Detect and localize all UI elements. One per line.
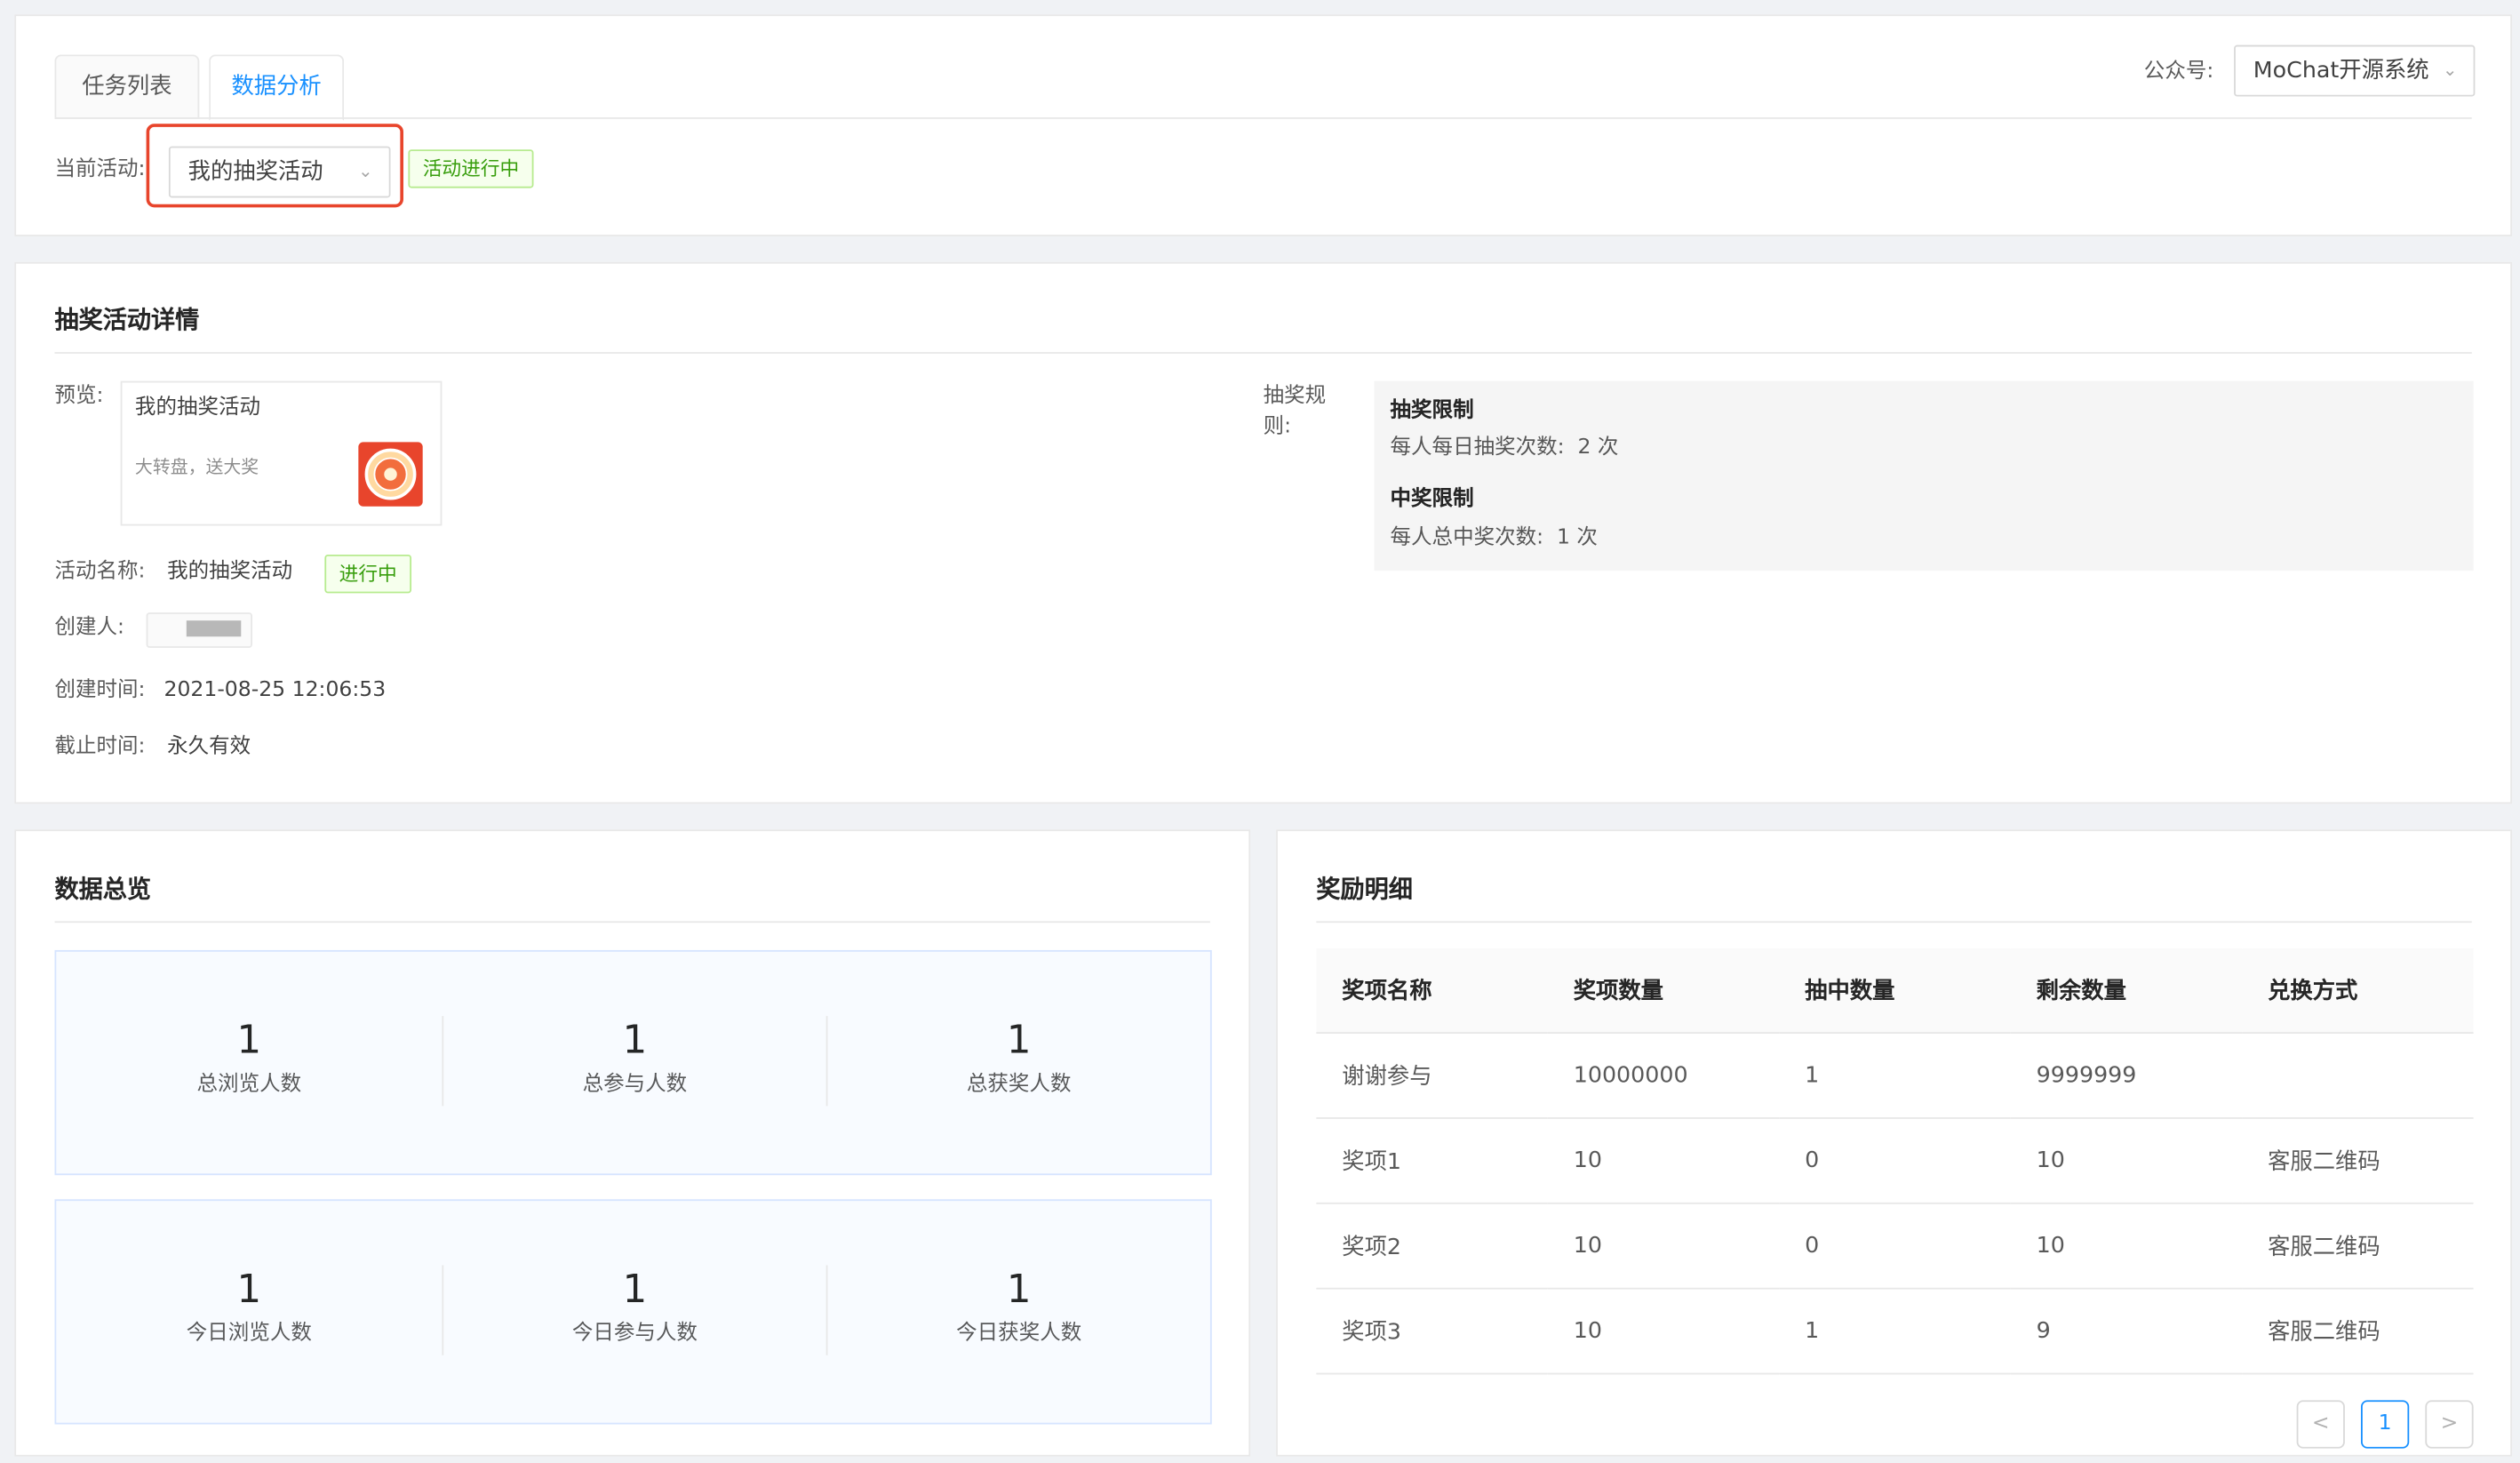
stat-label: 今日参与人数 [571,1321,698,1346]
prizes-table: 奖项名称 奖项数量 抽中数量 剩余数量 兑换方式 谢谢参与 10000000 1… [1316,948,2474,1375]
stat-label: 今日获奖人数 [956,1321,1082,1346]
table-cell: 客服二维码 [2242,1203,2474,1290]
stat-label: 总浏览人数 [196,1072,302,1097]
preview-label: 预览: [54,384,104,409]
rules-label: 抽奖规则: [1263,384,1327,439]
column-header: 抽中数量 [1779,948,2011,1034]
activity-status-tag: 活动进行中 [408,149,534,188]
stat-label: 总参与人数 [582,1072,688,1097]
total-stats-box: 1 总浏览人数 1 总参与人数 1 总获奖人数 [54,949,1212,1176]
lucky-wheel-icon [364,448,417,500]
chevron-down-icon: ⌄ [357,160,373,182]
pagination-next-button[interactable]: > [2425,1400,2474,1449]
rule-text: 每人每日抽奖次数: 2 次 [1390,436,1619,460]
today-stats-box: 1 今日浏览人数 1 今日参与人数 1 今日获奖人数 [54,1199,1212,1425]
table-cell: 10 [1547,1203,1780,1290]
stat-label: 总获奖人数 [966,1072,1072,1097]
pagination-page-1[interactable]: 1 [2360,1400,2410,1449]
table-row: 奖项2 10 0 10 客服二维码 [1316,1203,2474,1290]
preview-title: 我的抽奖活动 [134,395,261,420]
creator-blurred [186,620,242,637]
table-cell: 奖项2 [1316,1203,1548,1290]
overview-card: 数据总览 1 总浏览人数 1 总参与人数 1 总获奖人数 1 今日浏览人数 1 今日参与人… [14,829,1251,1457]
column-header: 剩余数量 [2010,948,2243,1034]
creator-label: 创建人: [54,615,124,640]
prizes-divider [1316,921,2472,923]
detail-card: 抽奖活动详情 预览: 我的抽奖活动 大转盘，送大奖 活动名称: 我的抽奖活动 进… [14,261,2512,804]
prizes-title: 奖励明细 [1316,874,1413,904]
table-cell: 10 [2010,1117,2243,1204]
chevron-down-icon: ⌄ [2442,59,2458,81]
table-cell: 客服二维码 [2242,1288,2474,1375]
overview-title: 数据总览 [54,874,152,904]
preview-card: 我的抽奖活动 大转盘，送大奖 [120,380,443,526]
wheel-thumbnail [358,442,423,507]
stat-value: 1 [622,1267,648,1312]
stat-value: 1 [622,1017,648,1063]
activity-name-value: 我的抽奖活动 [167,559,293,584]
preview-desc: 大转盘，送大奖 [134,456,259,478]
deadline-label: 截止时间: [54,734,146,759]
stat-today-views: 1 今日浏览人数 [56,1265,442,1348]
current-activity-label: 当前活动: [54,157,146,182]
tab-data-analysis[interactable]: 数据分析 [209,54,345,121]
table-cell: 1 [1779,1288,2011,1375]
activity-select-value: 我的抽奖活动 [187,159,323,186]
deadline-value: 永久有效 [167,734,251,759]
table-cell: 10 [2010,1203,2243,1290]
tab-bar-divider [54,117,2472,119]
stat-total-views: 1 总浏览人数 [56,1016,442,1099]
stat-today-winners: 1 今日获奖人数 [826,1265,1212,1348]
activity-select[interactable]: 我的抽奖活动 ⌄ [168,146,391,198]
table-row: 奖项3 10 1 9 客服二维码 [1316,1288,2474,1375]
table-cell: 10000000 [1547,1033,1780,1119]
table-cell: 0 [1779,1203,2011,1290]
top-card: 任务列表 数据分析 公众号: MoChat开源系统 ⌄ 当前活动: 我的抽奖活动… [14,14,2512,236]
activity-name-label: 活动名称: [54,559,146,584]
column-header: 兑换方式 [2242,948,2474,1034]
activity-name-status: 进行中 [324,555,412,594]
rule-text: 每人总中奖次数: 1 次 [1390,525,1598,550]
detail-title: 抽奖活动详情 [54,305,200,335]
stat-value: 1 [236,1017,262,1063]
creator-avatar [146,612,252,648]
rules-panel: 抽奖限制 每人每日抽奖次数: 2 次 中奖限制 每人总中奖次数: 1 次 [1374,380,2474,572]
prizes-card: 奖励明细 奖项名称 奖项数量 抽中数量 剩余数量 兑换方式 谢谢参与 10000… [1276,829,2512,1457]
table-row: 谢谢参与 10000000 1 9999999 [1316,1033,2474,1119]
pagination-prev-button[interactable]: < [2296,1400,2345,1449]
account-select[interactable]: MoChat开源系统 ⌄ [2234,44,2476,97]
table-cell: 奖项3 [1316,1288,1548,1375]
account-label: 公众号: [2143,59,2214,84]
column-header: 奖项名称 [1316,948,1548,1034]
created-time-value: 2021-08-25 12:06:53 [163,678,387,703]
table-cell: 客服二维码 [2242,1117,2474,1204]
stat-value: 1 [1006,1267,1032,1312]
stat-value: 1 [1006,1017,1032,1063]
created-time-label: 创建时间: [54,678,146,703]
table-cell: 谢谢参与 [1316,1033,1548,1119]
tab-task-list[interactable]: 任务列表 [54,54,200,119]
table-row: 奖项1 10 0 10 客服二维码 [1316,1117,2474,1204]
table-cell: 1 [1779,1033,2011,1119]
detail-divider [54,352,2472,354]
column-header: 奖项数量 [1547,948,1780,1034]
table-cell: 9999999 [2010,1033,2243,1119]
table-cell: 10 [1547,1288,1780,1375]
overview-divider [54,921,1210,923]
table-cell: 0 [1779,1117,2011,1204]
stat-label: 今日浏览人数 [186,1321,312,1346]
stat-value: 1 [236,1267,262,1312]
table-cell: 奖项1 [1316,1117,1548,1204]
stat-total-participants: 1 总参与人数 [442,1016,827,1099]
table-cell: 10 [1547,1117,1780,1204]
table-header-row: 奖项名称 奖项数量 抽中数量 剩余数量 兑换方式 [1316,948,2474,1034]
table-cell: 9 [2010,1288,2243,1375]
stat-today-participants: 1 今日参与人数 [442,1265,827,1348]
account-select-value: MoChat开源系统 [2253,58,2429,84]
table-cell [2242,1033,2474,1119]
stat-total-winners: 1 总获奖人数 [826,1016,1212,1099]
rule-title: 中奖限制 [1390,487,1474,512]
rule-title: 抽奖限制 [1390,398,1474,423]
